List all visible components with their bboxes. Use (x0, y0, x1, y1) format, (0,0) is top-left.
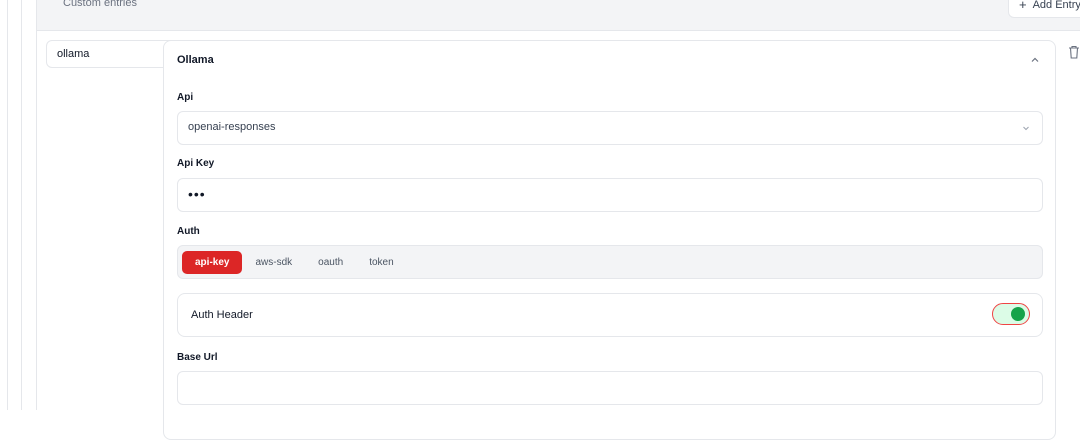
api-key-label: Api Key (177, 158, 215, 169)
auth-label: Auth (177, 226, 200, 237)
auth-header-toggle[interactable] (992, 303, 1030, 325)
api-label: Api (177, 92, 194, 103)
chevron-down-icon (1023, 126, 1029, 131)
chevron-up-icon[interactable] (1030, 55, 1040, 65)
section-title: Custom entries (63, 0, 137, 9)
auth-segmented-control: api-key aws-sdk oauth token (177, 245, 1043, 279)
left-divider-1 (7, 0, 8, 410)
section-header: Custom entries (37, 0, 1080, 31)
toggle-knob (1011, 307, 1025, 321)
left-divider-2 (21, 0, 22, 410)
add-entry-button[interactable]: + Add Entry (1008, 0, 1080, 18)
auth-option-aws-sdk[interactable]: aws-sdk (242, 251, 305, 274)
auth-header-label: Auth Header (191, 309, 253, 321)
api-key-value: ••• (188, 186, 206, 202)
entry-card: Ollama Api openai-responses Api Key ••• … (163, 40, 1056, 440)
card-title: Ollama (177, 54, 214, 66)
auth-header-row: Auth Header (177, 293, 1043, 337)
auth-option-token[interactable]: token (356, 251, 406, 274)
left-divider-3 (36, 0, 37, 410)
api-key-input[interactable]: ••• (177, 178, 1043, 212)
plus-icon: + (1019, 0, 1027, 12)
api-select-value: openai-responses (188, 121, 276, 133)
auth-option-api-key[interactable]: api-key (182, 250, 243, 274)
base-url-input[interactable] (177, 371, 1043, 405)
add-entry-label: Add Entry (1032, 0, 1080, 11)
base-url-label: Base Url (177, 352, 218, 363)
api-select[interactable]: openai-responses (177, 111, 1043, 145)
auth-option-oauth[interactable]: oauth (305, 251, 356, 274)
trash-icon[interactable] (1068, 45, 1080, 59)
